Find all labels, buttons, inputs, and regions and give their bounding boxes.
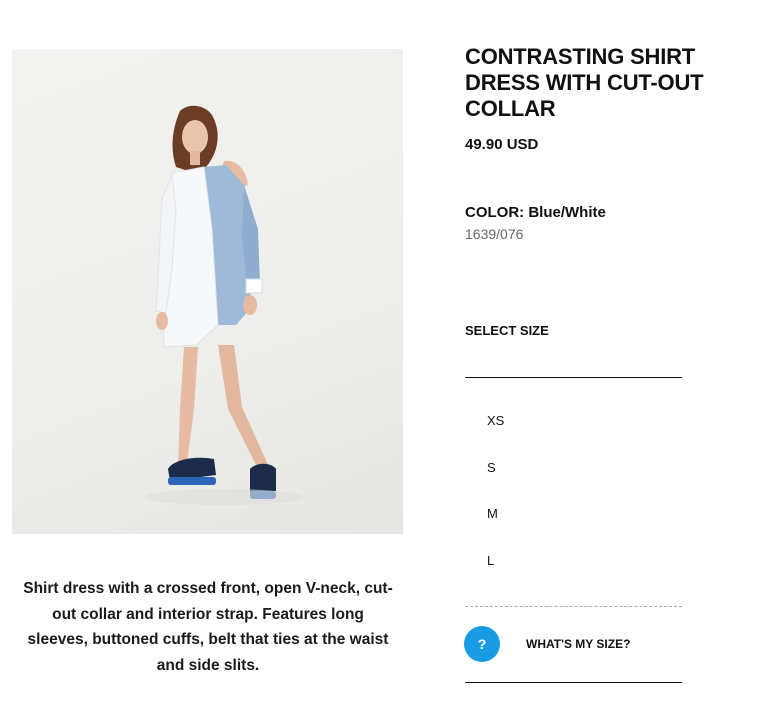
size-list: XS S M L (487, 413, 504, 599)
size-option-xs[interactable]: XS (487, 413, 504, 429)
product-title: CONTRASTING SHIRT DRESS WITH CUT-OUT COL… (465, 44, 704, 121)
product-description: Shirt dress with a crossed front, open V… (23, 580, 393, 674)
product-price: 49.90 USD (465, 136, 539, 153)
product-color: COLOR: Blue/White (465, 204, 606, 221)
size-option-s[interactable]: S (487, 460, 504, 476)
select-size-label: SELECT SIZE (465, 323, 549, 338)
help-question-icon[interactable]: ? (464, 626, 500, 662)
product-reference: 1639/076 (465, 226, 524, 242)
dashed-divider (465, 606, 682, 607)
model-figure-icon (144, 105, 304, 505)
size-option-m[interactable]: M (487, 506, 504, 522)
divider (465, 377, 682, 378)
whats-my-size-link[interactable]: WHAT'S MY SIZE? (526, 637, 630, 651)
product-image[interactable] (12, 49, 403, 534)
divider (465, 682, 682, 683)
size-option-l[interactable]: L (487, 553, 504, 569)
